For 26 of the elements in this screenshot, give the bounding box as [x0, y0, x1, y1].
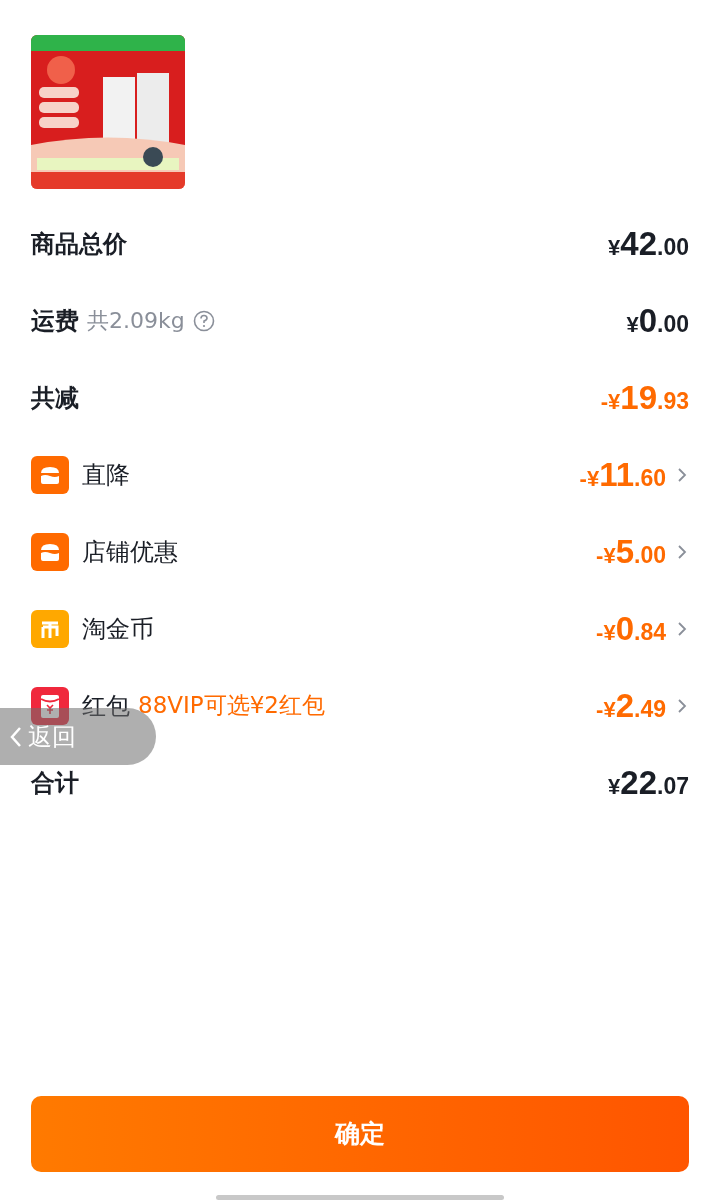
row-label: 运费	[31, 305, 79, 337]
discount-amount: -¥11.60	[579, 454, 666, 495]
discount-amount: -¥0.84	[596, 608, 666, 649]
amount-text: ¥42.00	[608, 223, 689, 264]
chevron-icon[interactable]	[675, 696, 689, 715]
chevron-icon[interactable]	[675, 542, 689, 561]
discount-label: 淘金币	[82, 613, 154, 645]
help-icon[interactable]	[192, 309, 215, 332]
discount-label: 直降	[82, 459, 130, 491]
row-label: 合计	[31, 767, 79, 799]
chevron-icon[interactable]	[675, 619, 689, 638]
amount-text: -¥19.93	[600, 377, 689, 418]
coin-icon	[31, 609, 69, 648]
discount-label: 店铺优惠	[82, 536, 178, 568]
row-label: 共减	[31, 382, 79, 414]
discount-amount: -¥2.49	[596, 685, 666, 726]
chevron-icon[interactable]	[675, 465, 689, 484]
discount-amount: -¥5.00	[596, 531, 666, 572]
confirm-button[interactable]: 确定	[31, 1096, 689, 1172]
row-label: 商品总价	[31, 228, 127, 260]
weight-note: 共2.09kg	[87, 307, 185, 335]
store-icon	[31, 532, 69, 571]
amount-text: ¥22.07	[608, 762, 689, 803]
amount-text: ¥0.00	[626, 300, 689, 341]
store-icon	[31, 455, 69, 494]
envelope-icon	[31, 686, 69, 725]
